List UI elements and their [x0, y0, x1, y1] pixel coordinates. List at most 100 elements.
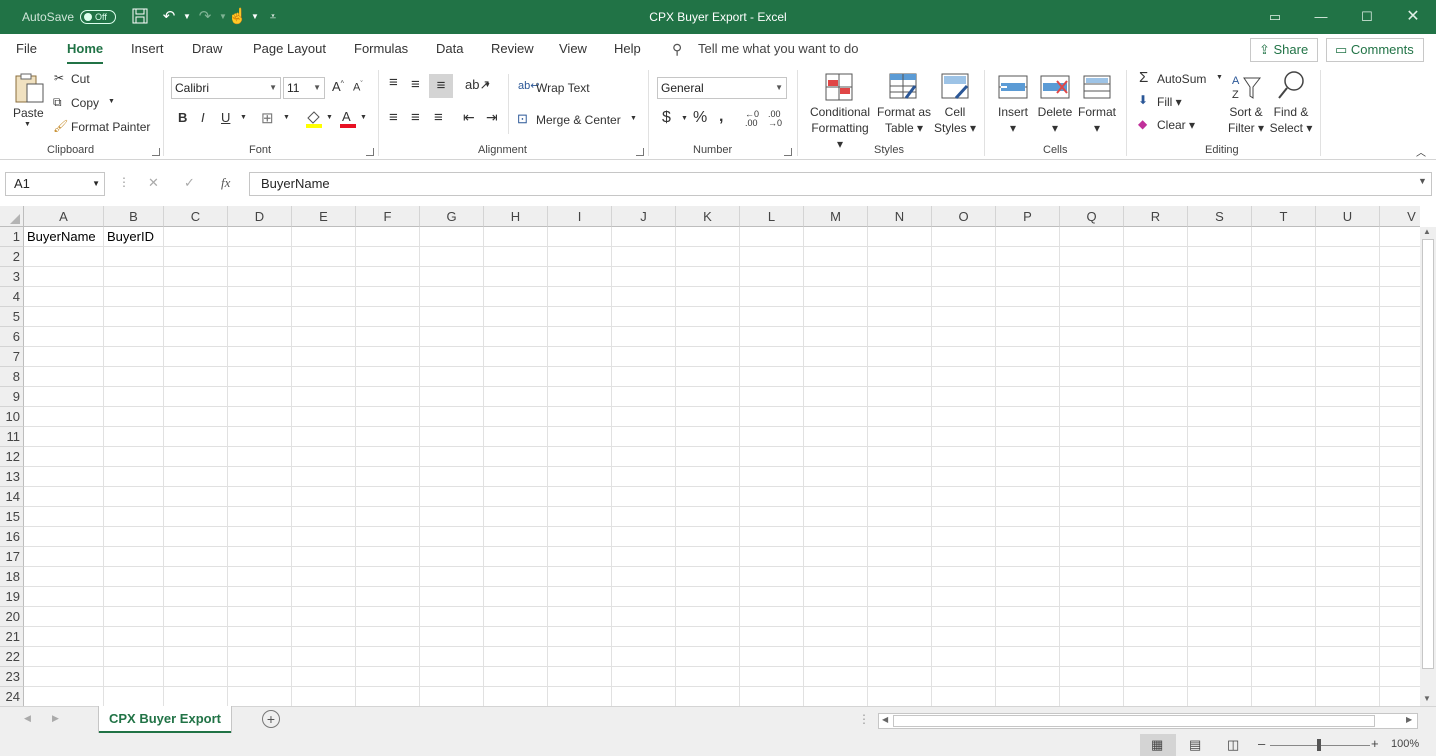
row-header-18[interactable]: 18	[0, 567, 24, 587]
row-header-19[interactable]: 19	[0, 587, 24, 607]
column-header-c[interactable]: C	[164, 206, 228, 227]
select-all-button[interactable]	[0, 206, 24, 227]
cell-b1[interactable]: BuyerID	[104, 227, 154, 247]
row-header-13[interactable]: 13	[0, 467, 24, 487]
delete-cells-icon[interactable]	[1039, 72, 1071, 102]
conditional-formatting-button[interactable]: Conditional Formatting ▾	[808, 104, 872, 152]
currency-dropdown-icon[interactable]: ▼	[681, 115, 688, 122]
borders-icon[interactable]: ⊞	[261, 109, 274, 127]
column-header-l[interactable]: L	[740, 206, 804, 227]
comments-button[interactable]: ▭ Comments	[1326, 38, 1424, 62]
hscroll-thumb[interactable]	[893, 715, 1375, 727]
zoom-slider-thumb[interactable]	[1317, 739, 1321, 751]
wrap-text-button[interactable]: Wrap Text	[536, 81, 590, 95]
underline-dropdown-icon[interactable]: ▼	[240, 114, 247, 121]
close-button[interactable]: ✕	[1390, 0, 1436, 34]
tab-home[interactable]: Home	[67, 34, 104, 64]
font-color-dropdown-icon[interactable]: ▼	[360, 114, 367, 121]
align-left-icon[interactable]: ≡	[389, 109, 398, 126]
format-as-table-icon[interactable]	[888, 72, 918, 102]
column-header-j[interactable]: J	[612, 206, 676, 227]
tab-splitter-icon[interactable]: ⋮	[858, 712, 870, 726]
orientation-dropdown-icon[interactable]: ▼	[484, 82, 491, 89]
align-middle-icon[interactable]: ≡	[411, 76, 420, 93]
column-header-v[interactable]: V	[1380, 206, 1420, 227]
column-header-f[interactable]: F	[356, 206, 420, 227]
font-launcher-icon[interactable]	[366, 148, 374, 156]
row-header-16[interactable]: 16	[0, 527, 24, 547]
column-header-b[interactable]: B	[104, 206, 164, 227]
add-sheet-icon[interactable]: +	[262, 710, 280, 728]
column-header-r[interactable]: R	[1124, 206, 1188, 227]
paste-button[interactable]: Paste	[13, 106, 44, 120]
column-header-n[interactable]: N	[868, 206, 932, 227]
italic-button[interactable]: I	[201, 110, 205, 125]
row-header-7[interactable]: 7	[0, 347, 24, 367]
comma-style-icon[interactable]: ,	[719, 108, 723, 126]
column-header-t[interactable]: T	[1252, 206, 1316, 227]
align-bottom-icon[interactable]: ≡	[429, 74, 453, 98]
fill-color-icon[interactable]	[304, 108, 324, 128]
underline-button[interactable]: U	[221, 110, 230, 125]
insert-function-icon[interactable]: fx	[221, 175, 230, 191]
borders-dropdown-icon[interactable]: ▼	[283, 114, 290, 121]
row-header-2[interactable]: 2	[0, 247, 24, 267]
bold-button[interactable]: B	[178, 110, 187, 125]
row-header-23[interactable]: 23	[0, 667, 24, 687]
column-header-u[interactable]: U	[1316, 206, 1380, 227]
align-right-icon[interactable]: ≡	[434, 109, 443, 126]
column-header-g[interactable]: G	[420, 206, 484, 227]
tab-formulas[interactable]: Formulas	[354, 34, 408, 64]
column-header-k[interactable]: K	[676, 206, 740, 227]
row-header-6[interactable]: 6	[0, 327, 24, 347]
decrease-decimal-icon[interactable]: .00 →0	[768, 110, 782, 128]
share-button[interactable]: ⇪ Share	[1250, 38, 1318, 62]
row-header-24[interactable]: 24	[0, 687, 24, 706]
expand-formula-icon[interactable]: ▼	[1418, 176, 1427, 186]
row-header-8[interactable]: 8	[0, 367, 24, 387]
currency-icon[interactable]: $	[662, 109, 671, 127]
format-as-table-button[interactable]: Format as Table ▾	[874, 104, 934, 136]
formula-input[interactable]: BuyerName	[249, 172, 1432, 196]
percent-icon[interactable]: %	[693, 109, 707, 127]
paste-icon[interactable]	[13, 72, 45, 104]
column-header-d[interactable]: D	[228, 206, 292, 227]
cell-styles-button[interactable]: Cell Styles ▾	[930, 104, 980, 136]
sort-filter-icon[interactable]: AZ	[1232, 72, 1262, 102]
conditional-formatting-icon[interactable]	[824, 72, 854, 102]
column-header-m[interactable]: M	[804, 206, 868, 227]
tab-view[interactable]: View	[559, 34, 587, 64]
tab-review[interactable]: Review	[491, 34, 534, 64]
alignment-launcher-icon[interactable]	[636, 148, 644, 156]
autosum-button[interactable]: AutoSum	[1157, 72, 1206, 86]
decrease-indent-icon[interactable]: ⇤	[463, 109, 475, 126]
format-cells-button[interactable]: Format ▾	[1075, 104, 1119, 136]
increase-indent-icon[interactable]: ⇥	[486, 109, 498, 126]
find-select-button[interactable]: Find & Select ▾	[1268, 104, 1314, 136]
tab-draw[interactable]: Draw	[192, 34, 222, 64]
tab-insert[interactable]: Insert	[131, 34, 164, 64]
merge-center-button[interactable]: Merge & Center	[536, 113, 621, 127]
column-header-q[interactable]: Q	[1060, 206, 1124, 227]
decrease-font-icon[interactable]: Aˇ	[353, 81, 363, 94]
column-header-s[interactable]: S	[1188, 206, 1252, 227]
font-size-select[interactable]: 11 ▼	[283, 77, 325, 99]
column-header-i[interactable]: I	[548, 206, 612, 227]
name-box[interactable]: A1 ▼	[5, 172, 105, 196]
row-header-11[interactable]: 11	[0, 427, 24, 447]
number-launcher-icon[interactable]	[784, 148, 792, 156]
align-top-icon[interactable]: ≡	[389, 74, 398, 91]
minimize-button[interactable]: —	[1298, 0, 1344, 34]
scroll-up-icon[interactable]: ▲	[1423, 227, 1431, 236]
row-header-15[interactable]: 15	[0, 507, 24, 527]
tell-me-input[interactable]: Tell me what you want to do	[698, 34, 858, 64]
row-header-14[interactable]: 14	[0, 487, 24, 507]
row-header-1[interactable]: 1	[0, 227, 24, 247]
row-header-21[interactable]: 21	[0, 627, 24, 647]
ribbon-display-icon[interactable]: ▭	[1252, 0, 1298, 34]
row-header-5[interactable]: 5	[0, 307, 24, 327]
clipboard-launcher-icon[interactable]	[152, 148, 160, 156]
fill-color-dropdown-icon[interactable]: ▼	[326, 114, 333, 121]
increase-font-icon[interactable]: A^	[332, 79, 344, 94]
next-sheet-icon[interactable]: ▶	[52, 713, 59, 724]
